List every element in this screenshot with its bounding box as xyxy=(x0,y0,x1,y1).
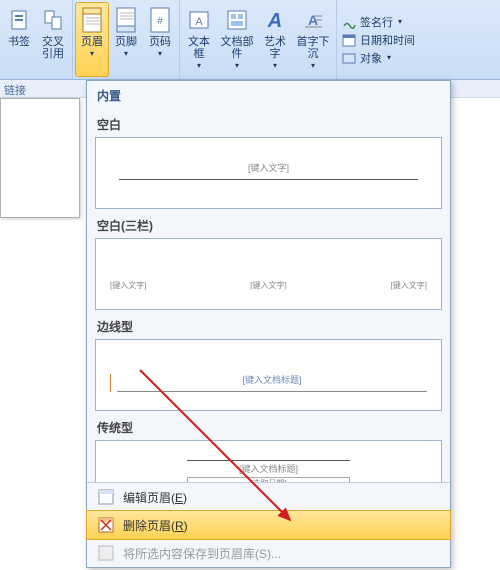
gallery-item-blank[interactable]: [键入文字] xyxy=(95,137,442,209)
placeholder-text: [键入文档标题] xyxy=(187,462,350,475)
group-text: A 文本框 ▾ 文档部件 ▾ A 艺术字 ▾ A 首字下沉 ▾ xyxy=(180,0,337,79)
quickparts-icon xyxy=(225,6,249,34)
header-gallery-dropdown: 内置 空白 [键入文字] 空白(三栏) [键入文字] [键入文字] [键入文字]… xyxy=(86,80,451,568)
bookmark-icon xyxy=(7,6,31,34)
section-traditional-title: 传统型 xyxy=(97,419,440,436)
wordart-label: 艺术字 xyxy=(260,36,290,60)
footer-icon xyxy=(114,6,138,34)
svg-text:A: A xyxy=(267,10,282,31)
signature-icon xyxy=(341,14,357,30)
textbox-icon: A xyxy=(187,6,211,34)
save-header-label: 将所选内容保存到页眉库(S)... xyxy=(123,545,281,562)
dropcap-icon: A xyxy=(301,6,325,34)
object-label: 对象 xyxy=(360,50,382,66)
edit-header-icon xyxy=(97,488,115,506)
section-blank-title: 空白 xyxy=(97,116,440,133)
footer-label: 页脚 xyxy=(115,36,137,48)
header-button[interactable]: 页眉 ▾ xyxy=(75,2,109,77)
textbox-label: 文本框 xyxy=(184,36,214,60)
wordart-icon: A xyxy=(263,6,287,34)
placeholder-text: [键入文档标题] xyxy=(242,373,301,386)
placeholder-text: [键入文字] xyxy=(248,161,289,174)
dropdown-arrow-icon: ▾ xyxy=(273,61,277,70)
dropcap-label: 首字下沉 xyxy=(294,36,332,60)
placeholder-text: [键入文字] xyxy=(110,280,146,291)
dropdown-arrow-icon: ▾ xyxy=(311,61,315,70)
section-blank3-title: 空白(三栏) xyxy=(97,217,440,234)
edit-header-label: 编辑页眉(E) xyxy=(123,489,187,506)
dropdown-arrow-icon: ▾ xyxy=(124,49,128,58)
ribbon: 书签 交叉 引用 页眉 ▾ 页脚 ▾ # 页码 xyxy=(0,0,500,80)
datetime-button[interactable]: 日期和时间 xyxy=(341,32,415,48)
group-headerfooter: 页眉 ▾ 页脚 ▾ # 页码 ▾ xyxy=(73,0,180,79)
edit-header-menuitem[interactable]: 编辑页眉(E) xyxy=(87,483,450,511)
datetime-label: 日期和时间 xyxy=(360,32,415,48)
crossref-icon xyxy=(41,6,65,34)
header-icon xyxy=(80,6,104,34)
group-links: 书签 交叉 引用 xyxy=(0,0,73,79)
object-icon xyxy=(341,50,357,66)
remove-header-icon xyxy=(97,516,115,534)
pagenum-label: 页码 xyxy=(149,36,171,48)
svg-text:#: # xyxy=(157,16,163,27)
remove-header-menuitem[interactable]: 删除页眉(R) xyxy=(86,510,451,540)
section-sideline-title: 边线型 xyxy=(97,318,440,335)
wordart-button[interactable]: A 艺术字 ▾ xyxy=(258,2,292,77)
quickparts-label: 文档部件 xyxy=(218,36,256,60)
quickparts-button[interactable]: 文档部件 ▾ xyxy=(216,2,258,77)
placeholder-text: [选取日期] xyxy=(187,477,350,482)
svg-text:A: A xyxy=(195,16,203,28)
bookmark-label: 书签 xyxy=(8,36,30,48)
save-header-menuitem: 将所选内容保存到页眉库(S)... xyxy=(87,539,450,567)
bookmark-button[interactable]: 书签 xyxy=(2,2,36,77)
dropdown-arrow-icon: ▾ xyxy=(387,53,391,62)
dropdown-arrow-icon: ▾ xyxy=(197,61,201,70)
save-header-icon xyxy=(97,544,115,562)
object-button[interactable]: 对象 ▾ xyxy=(341,50,415,66)
builtin-heading: 内置 xyxy=(87,81,450,108)
footer-button[interactable]: 页脚 ▾ xyxy=(109,2,143,77)
dropdown-arrow-icon: ▾ xyxy=(235,61,239,70)
signature-button[interactable]: 签名行 ▾ xyxy=(341,14,415,30)
gallery-item-sideline[interactable]: [键入文档标题] xyxy=(95,339,442,411)
placeholder-text: [键入文字] xyxy=(250,280,286,291)
gallery-item-traditional[interactable]: [键入文档标题] [选取日期] xyxy=(95,440,442,482)
crossref-label: 交叉 引用 xyxy=(42,36,64,60)
footer-menu: 编辑页眉(E) 删除页眉(R) 将所选内容保存到页眉库(S)... xyxy=(87,482,450,567)
header-label: 页眉 xyxy=(81,36,103,48)
dropcap-button[interactable]: A 首字下沉 ▾ xyxy=(292,2,334,77)
placeholder-text: [键入文字] xyxy=(391,280,427,291)
group-extras: 签名行 ▾ 日期和时间 对象 ▾ xyxy=(337,0,419,79)
remove-header-label: 删除页眉(R) xyxy=(123,517,188,534)
gallery-item-blank3[interactable]: [键入文字] [键入文字] [键入文字] xyxy=(95,238,442,310)
document-page xyxy=(0,98,80,218)
dropdown-arrow-icon: ▾ xyxy=(158,49,162,58)
gallery-scroll[interactable]: 空白 [键入文字] 空白(三栏) [键入文字] [键入文字] [键入文字] 边线… xyxy=(87,108,450,482)
textbox-button[interactable]: A 文本框 ▾ xyxy=(182,2,216,77)
dropdown-arrow-icon: ▾ xyxy=(398,17,402,26)
crossref-button[interactable]: 交叉 引用 xyxy=(36,2,70,77)
dropdown-arrow-icon: ▾ xyxy=(90,49,94,58)
signature-label: 签名行 xyxy=(360,14,393,30)
pagenum-button[interactable]: # 页码 ▾ xyxy=(143,2,177,77)
pagenum-icon: # xyxy=(148,6,172,34)
datetime-icon xyxy=(341,32,357,48)
